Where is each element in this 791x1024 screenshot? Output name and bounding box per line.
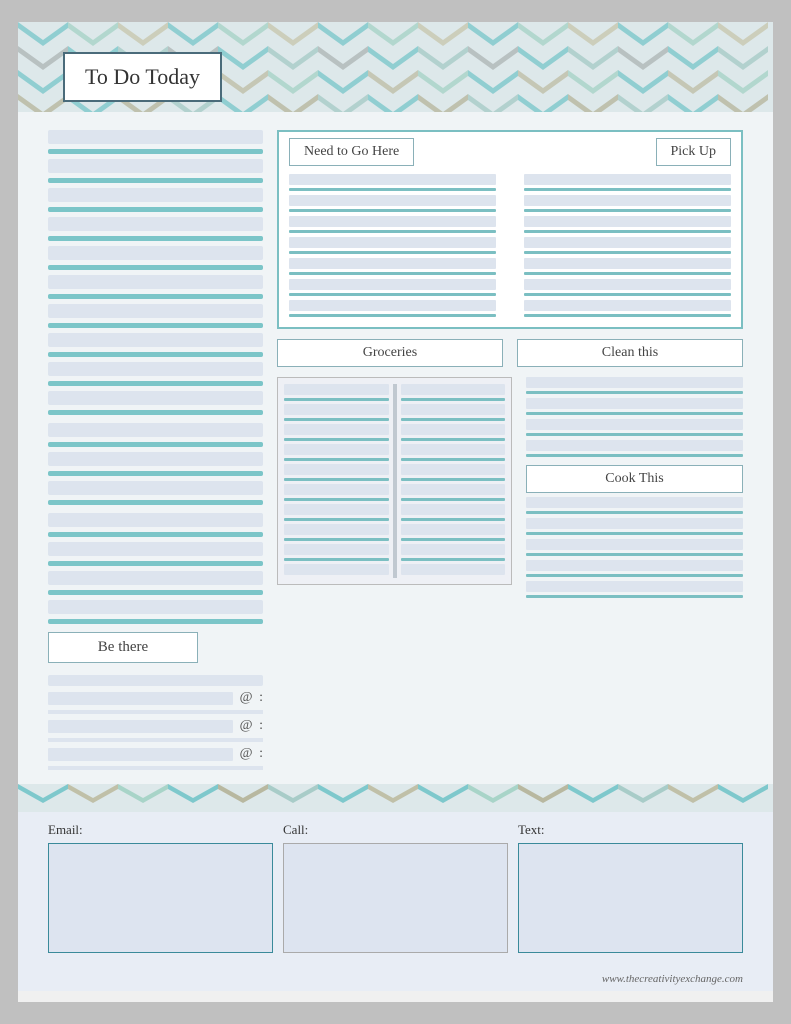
be-there-line[interactable] — [48, 675, 263, 686]
pick-up-lines — [524, 174, 731, 321]
clean-cook-lines: Cook This — [526, 377, 743, 602]
todo-line[interactable] — [48, 391, 263, 405]
grocery-cook-layout: Cook This — [277, 377, 743, 602]
clean-this-label: Clean this — [517, 339, 743, 367]
clean-lines — [526, 377, 743, 457]
pick-up-label: Pick Up — [656, 138, 732, 166]
be-there-label: Be there — [48, 632, 198, 663]
todo-line[interactable] — [48, 600, 263, 614]
todo-line[interactable] — [48, 275, 263, 289]
todo-line-accent — [48, 500, 263, 505]
cook-lines — [526, 497, 743, 598]
colon-symbol: : — [259, 690, 263, 706]
grocery-col-right — [401, 384, 506, 578]
todo-line[interactable] — [48, 333, 263, 347]
grocery-inner — [277, 377, 512, 585]
text-box: Text: — [518, 822, 743, 953]
page-content: Be there @ : @ : — [18, 112, 773, 784]
todo-line-accent — [48, 381, 263, 386]
todo-line-accent — [48, 590, 263, 595]
email-label: Email: — [48, 822, 273, 838]
footer-section: Email: Call: Text: — [18, 812, 773, 969]
chevron-bottom-strip — [18, 784, 773, 812]
at-symbol-1: @ — [237, 690, 255, 706]
todo-line[interactable] — [48, 481, 263, 495]
todo-line[interactable] — [48, 542, 263, 556]
at-rows: @ : @ : @ : — [48, 675, 263, 770]
col-gap — [506, 174, 514, 321]
todo-line[interactable] — [48, 130, 263, 144]
call-input-area[interactable] — [283, 843, 508, 953]
todo-line[interactable] — [48, 362, 263, 376]
at-row-3: @ : — [48, 746, 263, 762]
page: To Do Today — [18, 22, 773, 1002]
separator-line — [48, 710, 263, 714]
need-to-go-label: Need to Go Here — [289, 138, 414, 166]
groceries-label: Groceries — [277, 339, 503, 367]
call-box: Call: — [283, 822, 508, 953]
left-column: Be there @ : @ : — [48, 130, 263, 774]
todo-line-accent — [48, 410, 263, 415]
grocery-box — [277, 377, 512, 602]
clean-section-header: Clean this — [517, 339, 743, 371]
text-label: Text: — [518, 822, 743, 838]
groceries-section: Groceries — [277, 339, 503, 371]
grocery-divider — [393, 384, 397, 578]
todo-line-accent — [48, 265, 263, 270]
separator-line — [48, 766, 263, 770]
todo-line-accent — [48, 619, 263, 624]
todo-line[interactable] — [48, 452, 263, 466]
todo-line[interactable] — [48, 217, 263, 231]
at-symbol-2: @ — [237, 718, 255, 734]
todo-line[interactable] — [48, 571, 263, 585]
email-box: Email: — [48, 822, 273, 953]
todo-lines-top — [48, 130, 263, 415]
todo-line[interactable] — [48, 246, 263, 260]
call-label: Call: — [283, 822, 508, 838]
at-field[interactable] — [48, 692, 233, 705]
todo-lines-lower — [48, 513, 263, 624]
todo-line[interactable] — [48, 513, 263, 527]
text-input-area[interactable] — [518, 843, 743, 953]
todo-line[interactable] — [48, 304, 263, 318]
at-field[interactable] — [48, 748, 233, 761]
groceries-clean-row: Groceries Clean this — [277, 339, 743, 371]
colon-symbol: : — [259, 746, 263, 762]
main-layout: Be there @ : @ : — [48, 130, 743, 774]
chevron-header: To Do Today — [18, 22, 773, 112]
todo-line-accent — [48, 178, 263, 183]
at-field[interactable] — [48, 720, 233, 733]
todo-line-accent — [48, 323, 263, 328]
todo-line[interactable] — [48, 423, 263, 437]
grocery-col-left — [284, 384, 389, 578]
todo-line-accent — [48, 471, 263, 476]
todo-line[interactable] — [48, 188, 263, 202]
at-row-2: @ : — [48, 718, 263, 734]
todo-line-accent — [48, 352, 263, 357]
grocery-cols — [284, 384, 505, 578]
todo-line-accent — [48, 294, 263, 299]
todo-line-accent — [48, 532, 263, 537]
todo-line[interactable] — [48, 159, 263, 173]
todo-line-accent — [48, 561, 263, 566]
at-symbol-3: @ — [237, 746, 255, 762]
todo-line-accent — [48, 149, 263, 154]
todo-lines-mid — [48, 423, 263, 505]
todo-line-accent — [48, 236, 263, 241]
todo-line-accent — [48, 442, 263, 447]
need-pickup-inner — [289, 174, 731, 321]
box-header-row: Need to Go Here Pick Up — [289, 138, 731, 166]
colon-symbol: : — [259, 718, 263, 734]
need-to-go-lines — [289, 174, 496, 321]
email-input-area[interactable] — [48, 843, 273, 953]
need-pickup-box: Need to Go Here Pick Up — [277, 130, 743, 329]
title-box: To Do Today — [63, 52, 222, 102]
page-title: To Do Today — [85, 64, 200, 89]
watermark: www.thecreativityexchange.com — [18, 969, 773, 991]
at-row-1: @ : — [48, 690, 263, 706]
right-column: Need to Go Here Pick Up — [277, 130, 743, 774]
cook-this-label: Cook This — [526, 465, 743, 493]
separator-line — [48, 738, 263, 742]
todo-line-accent — [48, 207, 263, 212]
